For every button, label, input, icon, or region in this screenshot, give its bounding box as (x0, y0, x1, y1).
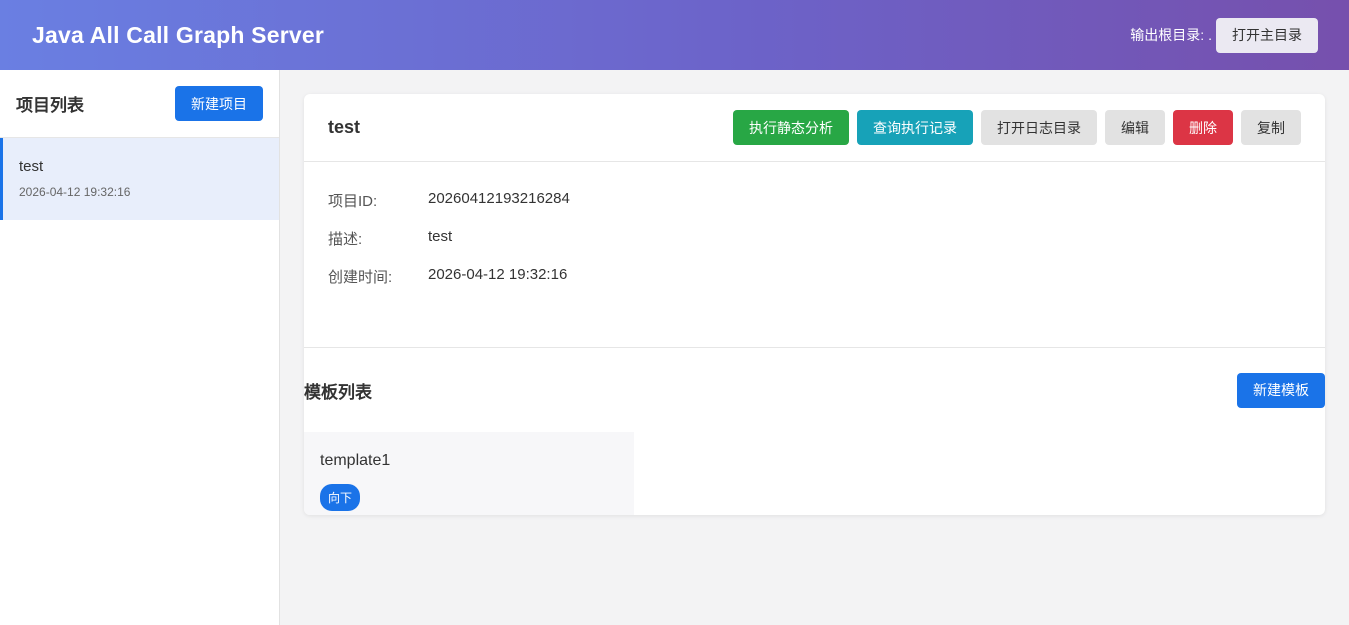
project-info: 项目ID: 20260412193216284 描述: test 创建时间: 2… (304, 162, 1325, 348)
copy-button[interactable]: 复制 (1241, 110, 1301, 145)
info-key: 描述: (328, 231, 363, 248)
sidebar-title: 项目列表 (16, 96, 84, 115)
template-list-title: 模板列表 (304, 382, 372, 402)
project-detail-header: test 执行静态分析 查询执行记录 打开日志目录 编辑 删除 复制 (304, 94, 1325, 162)
sidebar-header: 项目列表 新建项目 (0, 70, 279, 138)
new-project-button[interactable]: 新建项目 (175, 86, 263, 121)
edit-button[interactable]: 编辑 (1105, 110, 1165, 145)
open-log-dir-button[interactable]: 打开日志目录 (981, 110, 1097, 145)
output-root-value: . (1208, 27, 1212, 43)
project-actions: 执行静态分析 查询执行记录 打开日志目录 编辑 删除 复制 (733, 110, 1301, 145)
info-value: 2026-04-12 19:32:16 (428, 266, 568, 283)
sidebar-item-test[interactable]: test 2026-04-12 19:32:16 (0, 138, 279, 220)
info-value: 20260412193216284 (428, 190, 570, 207)
query-records-button[interactable]: 查询执行记录 (857, 110, 973, 145)
template-list-header: 模板列表 新建模板 (304, 348, 1325, 432)
info-key: 项目ID: (328, 193, 378, 210)
app-title: Java All Call Graph Server (32, 21, 324, 48)
project-item-time: 2026-04-12 19:32:16 (19, 185, 131, 199)
info-key: 创建时间: (328, 269, 393, 286)
direction-badge: 向下 (320, 484, 361, 511)
info-row-created: 创建时间: 2026-04-12 19:32:16 (328, 266, 1301, 304)
run-static-analysis-button[interactable]: 执行静态分析 (733, 110, 849, 145)
info-row-description: 描述: test (328, 228, 1301, 266)
app-header: Java All Call Graph Server 输出根目录: . 打开主目… (0, 0, 1349, 70)
new-template-button[interactable]: 新建模板 (1237, 372, 1325, 408)
project-item-name: test (19, 158, 44, 175)
sidebar: 项目列表 新建项目 test 2026-04-12 19:32:16 (0, 70, 280, 625)
output-root-area: 输出根目录: . 打开主目录 (1130, 17, 1318, 53)
info-value: test (428, 228, 453, 245)
open-root-button[interactable]: 打开主目录 (1216, 17, 1318, 53)
template-name: template1 (320, 452, 391, 469)
delete-button[interactable]: 删除 (1173, 110, 1233, 145)
project-title: test (328, 117, 361, 137)
info-row-id: 项目ID: 20260412193216284 (328, 190, 1301, 228)
output-root-label: 输出根目录: (1130, 27, 1205, 43)
template-card[interactable]: template1 向下 (304, 432, 634, 515)
project-detail-card: test 执行静态分析 查询执行记录 打开日志目录 编辑 删除 复制 项目ID:… (304, 94, 1325, 515)
